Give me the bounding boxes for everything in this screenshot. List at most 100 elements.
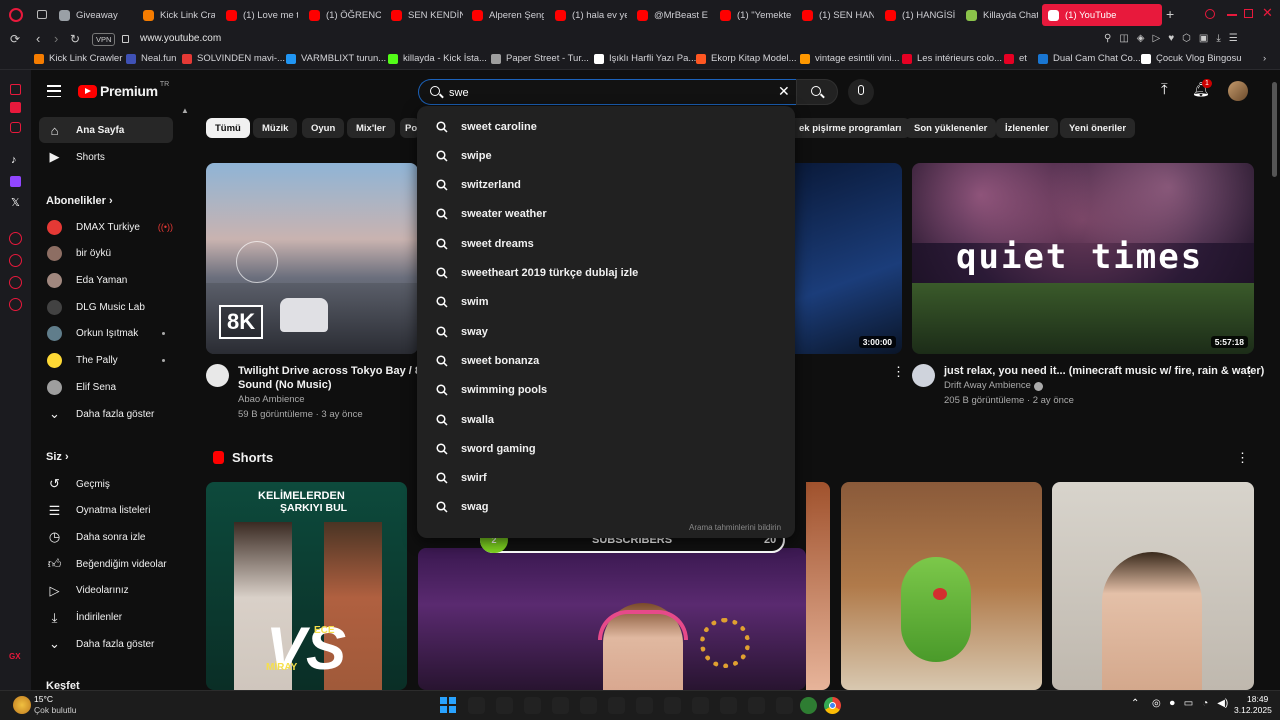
short-thumbnail-1[interactable]: KELİMELERDEN ŞARKIYI BUL VS ECE MİRAY bbox=[206, 482, 407, 690]
page-scrollbar[interactable] bbox=[1272, 82, 1277, 177]
refresh-icon[interactable]: ↻ bbox=[70, 32, 80, 46]
video-title[interactable]: just relax, you need it... (minecraft mu… bbox=[944, 364, 1264, 378]
video-channel[interactable]: Drift Away Ambience bbox=[944, 379, 1031, 393]
short-thumbnail-3[interactable] bbox=[806, 482, 830, 690]
browser-tab[interactable]: Killayda Chat bbox=[960, 4, 1038, 26]
browser-tab[interactable]: (1) hala ev ye bbox=[549, 4, 627, 26]
report-suggestions-link[interactable]: Arama tahminlerini bildirin bbox=[689, 523, 781, 532]
suggestion-item[interactable]: swag bbox=[417, 493, 795, 522]
video-channel[interactable]: Abao Ambience bbox=[238, 393, 305, 407]
chip-watched[interactable]: İzlenenler bbox=[996, 118, 1058, 138]
browser-tab[interactable]: (1) ÖĞRENCİ bbox=[303, 4, 381, 26]
wifi-icon[interactable]: ◔ bbox=[1202, 698, 1208, 709]
video-title-line2[interactable]: Sound (No Music) bbox=[238, 378, 332, 392]
taskbar-app-icon[interactable] bbox=[580, 697, 597, 714]
close-window-icon[interactable]: ✕ bbox=[1262, 5, 1273, 21]
taskbar-app-icon[interactable] bbox=[800, 697, 817, 714]
new-tab-button[interactable]: + bbox=[1166, 6, 1180, 22]
bookmark-item[interactable]: Işıklı Harfli Yazı Pa... bbox=[594, 53, 696, 64]
short-thumbnail-4[interactable] bbox=[841, 482, 1042, 690]
channel-avatar[interactable] bbox=[206, 364, 229, 387]
short-thumbnail-5[interactable] bbox=[1052, 482, 1254, 690]
show-more-you[interactable]: ⌄ Daha fazla göster bbox=[39, 631, 173, 657]
sidebar-item-subscription[interactable]: Orkun Işıtmak bbox=[39, 321, 173, 347]
bookmark-item[interactable]: Paper Street - Tur... bbox=[491, 53, 589, 64]
microphone-icon[interactable]: ⏺ bbox=[1170, 698, 1175, 709]
bookmark-item[interactable]: killayda - Kick İsta... bbox=[388, 53, 487, 64]
browser-tab[interactable]: (1) YouTube bbox=[1042, 4, 1162, 26]
bookmark-item[interactable]: Dual Cam Chat Co... bbox=[1038, 53, 1141, 64]
bookmark-item[interactable]: SOLVINDEN mavi-... bbox=[182, 53, 285, 64]
youtube-logo[interactable]: Premium TR bbox=[78, 81, 169, 99]
browser-tab[interactable]: @MrBeast E bbox=[631, 4, 709, 26]
sidebar-item-you[interactable]: ▷ Videolarınız bbox=[39, 578, 173, 604]
taskbar-app-icon[interactable] bbox=[748, 697, 765, 714]
bookmark-item[interactable]: et bbox=[1004, 53, 1027, 64]
copilot-icon[interactable]: ◎ bbox=[1152, 698, 1161, 709]
suggestion-item[interactable]: swirf bbox=[417, 464, 795, 493]
more-options-icon[interactable]: ⋮ bbox=[892, 364, 905, 380]
sidebar-instagram-icon[interactable] bbox=[10, 122, 21, 133]
suggestion-item[interactable]: sway bbox=[417, 317, 795, 346]
sidebar-item-subscription[interactable]: bir öykü bbox=[39, 241, 173, 267]
upload-icon[interactable]: ⤒ bbox=[1161, 81, 1168, 98]
taskbar-app-icon[interactable] bbox=[664, 697, 681, 714]
clear-search-icon[interactable]: ✕ bbox=[778, 83, 790, 100]
taskbar-app-icon[interactable] bbox=[496, 697, 513, 714]
menu-icon[interactable] bbox=[47, 85, 61, 98]
bookmark-item[interactable]: vintage esintili vini... bbox=[800, 53, 899, 64]
chip-cooking[interactable]: ek pişirme programları bbox=[790, 118, 911, 138]
voice-search-button[interactable] bbox=[848, 79, 874, 105]
chip-recently-uploaded[interactable]: Son yüklenenler bbox=[905, 118, 997, 138]
pin-icon[interactable]: ⚲ bbox=[1104, 33, 1111, 44]
video-title[interactable]: Twilight Drive across Tokyo Bay / 8K ( bbox=[238, 364, 418, 378]
url-field[interactable]: www.youtube.com bbox=[140, 33, 221, 44]
taskbar-app-icon[interactable] bbox=[720, 697, 737, 714]
sidebar-item-subscription[interactable]: Eda Yaman bbox=[39, 267, 173, 293]
taskbar-app-icon[interactable] bbox=[636, 697, 653, 714]
sidebar-scroll-up-icon[interactable]: ▲ bbox=[181, 106, 189, 115]
bookmark-item[interactable]: Ekorp Kitap Model... bbox=[696, 53, 797, 64]
video-thumbnail-tokyo[interactable]: 8K bbox=[206, 163, 418, 354]
display-icon[interactable]: ▭ bbox=[1184, 698, 1193, 709]
chip-mixes[interactable]: Mix'ler bbox=[347, 118, 395, 138]
sidebar-pinboard-icon[interactable] bbox=[9, 276, 22, 289]
sidebar-aria-icon[interactable] bbox=[10, 84, 21, 95]
video-thumbnail-minecraft[interactable]: quiet times 5:57:18 bbox=[912, 163, 1254, 354]
taskbar-app-icon[interactable] bbox=[608, 697, 625, 714]
chip-all[interactable]: Tümü bbox=[206, 118, 250, 138]
minimize-icon[interactable] bbox=[1227, 14, 1237, 16]
weather-icon[interactable] bbox=[13, 696, 31, 714]
pocket-icon[interactable]: ◈ bbox=[1137, 33, 1145, 44]
bookmark-item[interactable]: Kick Link Crawler bbox=[34, 53, 122, 64]
suggestion-item[interactable]: swim bbox=[417, 288, 795, 317]
browser-tab[interactable]: Kick Link Cra bbox=[137, 4, 215, 26]
suggestion-item[interactable]: swimming pools bbox=[417, 376, 795, 405]
browser-tab[interactable]: (1) Love me t bbox=[220, 4, 298, 26]
player-icon[interactable]: ▷ bbox=[1152, 33, 1160, 44]
snapshot-icon[interactable]: ◫ bbox=[1119, 33, 1128, 44]
taskbar-app-icon[interactable] bbox=[552, 697, 569, 714]
taskbar-app-icon[interactable] bbox=[524, 697, 541, 714]
browser-tab[interactable]: Giveaway bbox=[53, 4, 131, 26]
chip-music[interactable]: Müzik bbox=[253, 118, 298, 138]
browser-tab[interactable]: Alperen Şeng bbox=[466, 4, 544, 26]
suggestion-item[interactable]: swalla bbox=[417, 405, 795, 434]
wallet-icon[interactable]: ▣ bbox=[1199, 33, 1208, 44]
short-thumbnail-2[interactable] bbox=[418, 548, 806, 690]
tab-manager-icon[interactable] bbox=[37, 10, 47, 19]
volume-icon[interactable]: ◀) bbox=[1217, 698, 1228, 709]
suggestion-item[interactable]: switzerland bbox=[417, 171, 795, 200]
sidebar-item-you[interactable]: ↺ Geçmiş bbox=[39, 471, 173, 497]
search-button[interactable] bbox=[796, 79, 838, 105]
sidebar-tiktok-icon[interactable]: ♪ bbox=[11, 154, 17, 166]
start-button[interactable] bbox=[440, 697, 456, 713]
taskbar-app-icon[interactable] bbox=[776, 697, 793, 714]
downloads-icon[interactable]: ⤓ bbox=[1216, 33, 1220, 44]
vpn-badge[interactable]: VPN bbox=[92, 33, 116, 46]
channel-avatar[interactable] bbox=[912, 364, 935, 387]
suggestion-item[interactable]: sweet bonanza bbox=[417, 346, 795, 375]
subscriptions-header[interactable]: Abonelikler › bbox=[46, 195, 113, 207]
sidebar-gx-icon[interactable]: GX bbox=[9, 652, 21, 661]
you-header[interactable]: Siz › bbox=[46, 451, 69, 463]
